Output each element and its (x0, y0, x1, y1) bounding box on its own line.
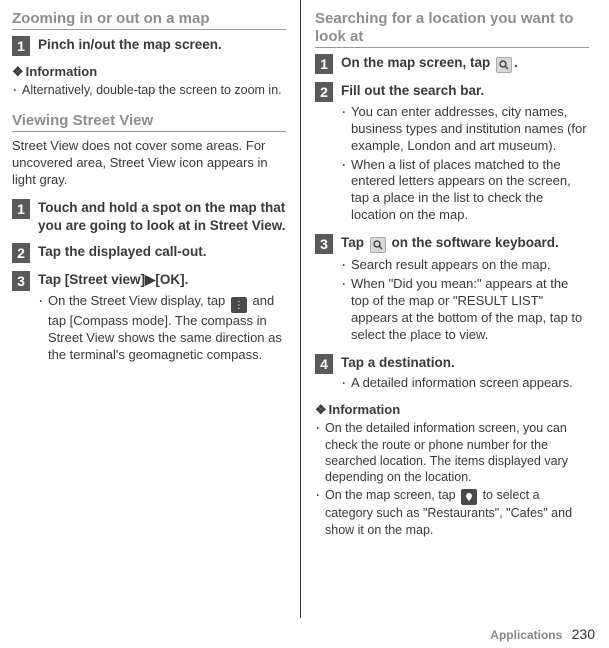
bullet: ･ You can enter addresses, city names, b… (341, 104, 589, 155)
step-number: 1 (12, 199, 30, 219)
search-go-icon (370, 237, 386, 253)
information-heading: Information (12, 64, 286, 80)
bullet: ･ When a list of places matched to the e… (341, 157, 589, 225)
section-title-streetview: Viewing Street View (12, 112, 286, 132)
page: Zooming in or out on a map 1 Pinch in/ou… (0, 0, 609, 618)
left-column: Zooming in or out on a map 1 Pinch in/ou… (4, 0, 301, 618)
step-title: Fill out the search bar. (341, 83, 484, 98)
page-number: 230 (572, 626, 595, 642)
bullet: ･ When "Did you mean:" appears at the to… (341, 276, 589, 344)
footer: Applications 230 (490, 626, 595, 642)
step: 1 Touch and hold a spot on the map that … (12, 199, 286, 235)
step: 1 On the map screen, tap . (315, 54, 589, 74)
step-title: Touch and hold a spot on the map that yo… (38, 200, 286, 233)
step-title: Pinch in/out the map screen. (38, 37, 222, 52)
search-icon (496, 57, 512, 73)
step-number: 4 (315, 354, 333, 374)
step: 2 Fill out the search bar. ･ You can ent… (315, 82, 589, 226)
bullet: ･ Search result appears on the map. (341, 257, 589, 274)
step-number: 3 (12, 271, 30, 291)
step: 2 Tap the displayed call-out. (12, 243, 286, 263)
bullet: ･ On the Street View display, tap ⋮ and … (38, 293, 286, 364)
step-number: 1 (12, 36, 30, 56)
step-title: Tap [Street view]▶[OK]. (38, 272, 188, 287)
menu-icon: ⋮ (231, 297, 247, 313)
footer-section-label: Applications (490, 628, 562, 642)
step: 1 Pinch in/out the map screen. (12, 36, 286, 56)
step-number: 1 (315, 54, 333, 74)
step-title: Tap a destination. (341, 355, 455, 370)
section-note: Street View does not cover some areas. F… (12, 138, 286, 189)
right-column: Searching for a location you want to loo… (301, 0, 597, 618)
step-number: 2 (315, 82, 333, 102)
information-heading: Information (315, 402, 589, 418)
step-number: 2 (12, 243, 30, 263)
info-bullet: ･ Alternatively, double-tap the screen t… (12, 82, 286, 98)
step: 4 Tap a destination. ･ A detailed inform… (315, 354, 589, 395)
step: 3 Tap [Street view]▶[OK]. ･ On the Stree… (12, 271, 286, 366)
section-title-search: Searching for a location you want to loo… (315, 10, 589, 48)
step-number: 3 (315, 234, 333, 254)
step-title: Tap on the software keyboard. (341, 235, 559, 250)
info-bullet: ･ On the map screen, tap to select a cat… (315, 487, 589, 538)
step: 3 Tap on the software keyboard. ･ Search… (315, 234, 589, 345)
places-icon (461, 489, 477, 505)
section-title-zoom: Zooming in or out on a map (12, 10, 286, 30)
step-title: On the map screen, tap . (341, 55, 518, 70)
step-title: Tap the displayed call-out. (38, 244, 207, 259)
info-bullet: ･ On the detailed information screen, yo… (315, 420, 589, 485)
bullet: ･ A detailed information screen appears. (341, 375, 589, 392)
